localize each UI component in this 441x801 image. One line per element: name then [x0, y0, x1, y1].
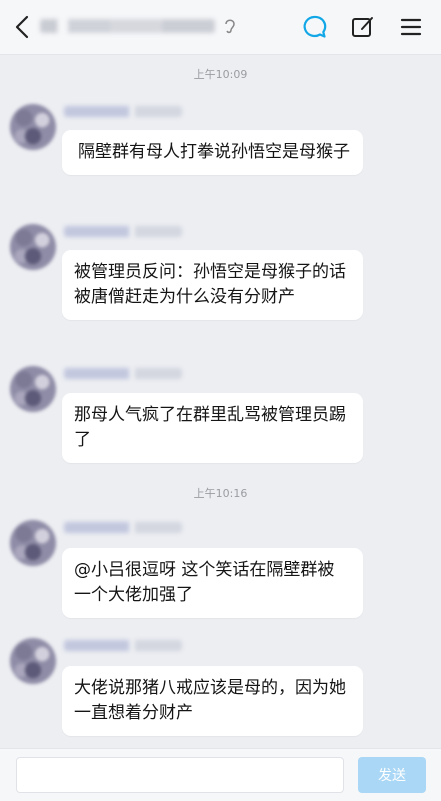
- chat-title-blurred: [40, 19, 215, 33]
- avatar[interactable]: [10, 638, 56, 684]
- menu-icon[interactable]: [396, 12, 426, 42]
- timestamp: 上午10:09: [193, 68, 248, 81]
- ear-icon: [223, 17, 237, 35]
- avatar[interactable]: [10, 224, 56, 270]
- sender-name-blurred: [64, 522, 182, 533]
- chat-area[interactable]: 上午10:09 隔壁群有母人打拳说孙悟空是母猴子 被管理员反问：孙悟空是母猴子的…: [0, 54, 441, 748]
- avatar[interactable]: [10, 520, 56, 566]
- message-bubble[interactable]: 那母人气疯了在群里乱骂被管理员踢了: [62, 393, 363, 463]
- chat-bubble-icon[interactable]: [299, 12, 329, 42]
- composer-bar: 发送: [0, 748, 441, 801]
- timestamp: 上午10:16: [193, 487, 248, 500]
- sender-name-blurred: [64, 640, 182, 651]
- message-bubble[interactable]: 被管理员反问：孙悟空是母猴子的话被唐僧赶走为什么没有分财产: [62, 250, 363, 320]
- top-bar: [0, 0, 441, 55]
- sender-name-blurred: [64, 226, 182, 237]
- avatar[interactable]: [10, 366, 56, 412]
- message-bubble[interactable]: 隔壁群有母人打拳说孙悟空是母猴子: [62, 130, 363, 175]
- message-input[interactable]: [16, 757, 344, 793]
- sender-name-blurred: [64, 368, 182, 379]
- back-chevron-left-icon[interactable]: [10, 12, 36, 42]
- message-bubble[interactable]: @小吕很逗呀 这个笑话在隔壁群被一个大佬加强了: [62, 548, 363, 618]
- message-bubble[interactable]: 大佬说那猪八戒应该是母的，因为她一直想着分财产: [62, 666, 363, 736]
- avatar[interactable]: [10, 104, 56, 150]
- sender-name-blurred: [64, 106, 182, 117]
- edit-icon[interactable]: [348, 12, 378, 42]
- send-button[interactable]: 发送: [358, 757, 426, 793]
